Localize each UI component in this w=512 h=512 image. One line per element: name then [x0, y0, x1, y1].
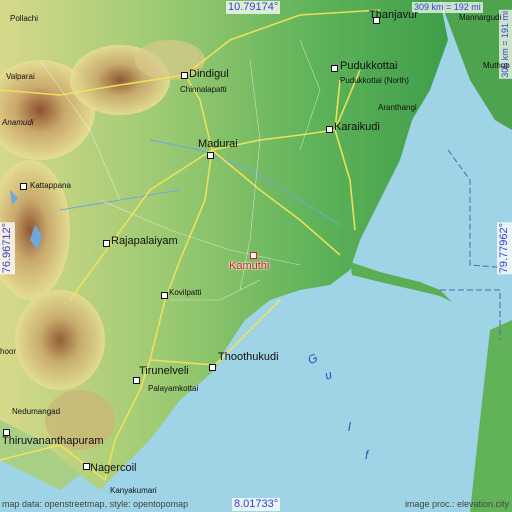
city-marker-karaikudi [326, 126, 333, 133]
coord-right: 79.77962° [497, 222, 512, 275]
sea-label-f: f [365, 448, 369, 462]
city-marker-dindigul [181, 72, 188, 79]
label-chinnalapatti: Chinnalapatti [180, 85, 227, 94]
label-valparai: Valparai [6, 72, 35, 81]
label-rajapalaiyam: Rajapalaiyam [111, 235, 178, 247]
label-nagercoil: Nagercoil [90, 462, 137, 474]
city-marker-rajapalaiyam [103, 240, 110, 247]
label-dindigul: Dindigul [189, 68, 229, 80]
coord-top: 10.79174° [226, 1, 281, 14]
label-aranthangi: Aranthangi [378, 103, 417, 112]
label-thoothukudi: Thoothukudi [218, 351, 279, 363]
label-kattappana: Kattappana [30, 181, 71, 190]
label-thanjavur: Thanjavur [369, 9, 418, 21]
city-marker-madurai [207, 152, 214, 159]
credit-image-proc: image proc.: elevation.city [404, 499, 509, 509]
label-tirunelveli: Tirunelveli [139, 365, 189, 377]
scale-horizontal: 309 km = 192 mi [412, 2, 483, 13]
city-marker-kattappana [20, 183, 27, 190]
label-mannargudi: Mannargudi [459, 13, 502, 22]
label-pudukkottai: Pudukkottai [340, 60, 398, 72]
coord-bottom: 8.01733° [232, 498, 281, 511]
label-kanyakumari: Kanyakumari [110, 486, 157, 495]
label-madurai: Madurai [198, 138, 238, 150]
city-marker-pudukkottai [331, 65, 338, 72]
credit-map-data: map data: openstreetmap, style: opentopo… [2, 499, 189, 509]
label-kovilpatti: Kovilpatti [169, 288, 202, 297]
sea-label-l: l [348, 420, 351, 434]
label-hoor: hoor [0, 347, 17, 356]
target-label: Kamuthi [229, 260, 270, 272]
target-marker [250, 252, 257, 259]
label-muthup: Muthup [483, 61, 510, 70]
label-palayamkottai: Palayamkottai [148, 384, 199, 393]
city-marker-kovilpatti [161, 292, 168, 299]
city-marker-nagercoil [83, 463, 90, 470]
label-thiruvananthapuram: Thiruvananthapuram [2, 435, 104, 447]
label-karaikudi: Karaikudi [334, 121, 380, 133]
label-pudukkottai-north: Pudukkottai (North) [340, 76, 409, 85]
city-marker-tirunelveli [133, 377, 140, 384]
label-pollachi: Pollachi [10, 14, 39, 23]
city-marker-thoothukudi [209, 364, 216, 371]
label-anamudi: Anamudi [2, 118, 34, 127]
label-nedumangad: Nedumangad [12, 407, 61, 416]
coord-left: 76.96712° [0, 222, 15, 275]
